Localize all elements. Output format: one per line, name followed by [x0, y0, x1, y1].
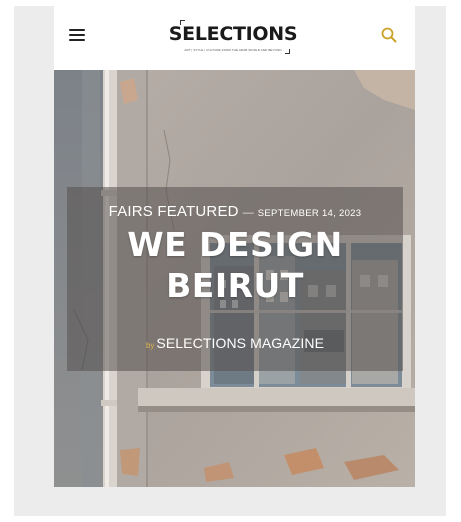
- menu-bar: [69, 34, 85, 37]
- menu-bar: [69, 39, 85, 42]
- site-logo[interactable]: SELECTIONS ART | STYLE | CULTURE FROM TH…: [166, 20, 300, 56]
- search-icon[interactable]: [380, 26, 398, 44]
- logo-tagline: ART | STYLE | CULTURE FROM THE ARAB WORL…: [184, 48, 282, 52]
- logo-corner-mark: [285, 49, 290, 54]
- meta-separator: —: [242, 207, 254, 219]
- article-meta: FAIRS FEATURED — SEPTEMBER 14, 2023: [67, 203, 403, 221]
- category-link[interactable]: FAIRS FEATURED: [109, 203, 239, 220]
- publish-date: SEPTEMBER 14, 2023: [257, 208, 362, 219]
- article-title-line: BEIRUT: [166, 266, 304, 305]
- article-overlay: FAIRS FEATURED — SEPTEMBER 14, 2023 WE DES…: [67, 187, 403, 371]
- article-title-line: WE DESIGN: [127, 225, 343, 264]
- logo-wordmark: SELECTIONS: [168, 23, 298, 45]
- mobile-page: SELECTIONS ART | STYLE | CULTURE FROM TH…: [54, 6, 415, 487]
- author-link[interactable]: SELECTIONS MAGAZINE: [156, 335, 324, 351]
- hamburger-menu-icon[interactable]: [69, 27, 87, 43]
- by-label: by: [145, 341, 155, 350]
- menu-bar: [69, 29, 85, 32]
- article-title[interactable]: WE DESIGN BEIRUT: [67, 224, 403, 306]
- article-byline: by SELECTIONS MAGAZINE: [67, 335, 403, 353]
- site-header: SELECTIONS ART | STYLE | CULTURE FROM TH…: [54, 6, 415, 70]
- hero-image[interactable]: FAIRS FEATURED — SEPTEMBER 14, 2023 WE DES…: [54, 70, 415, 487]
